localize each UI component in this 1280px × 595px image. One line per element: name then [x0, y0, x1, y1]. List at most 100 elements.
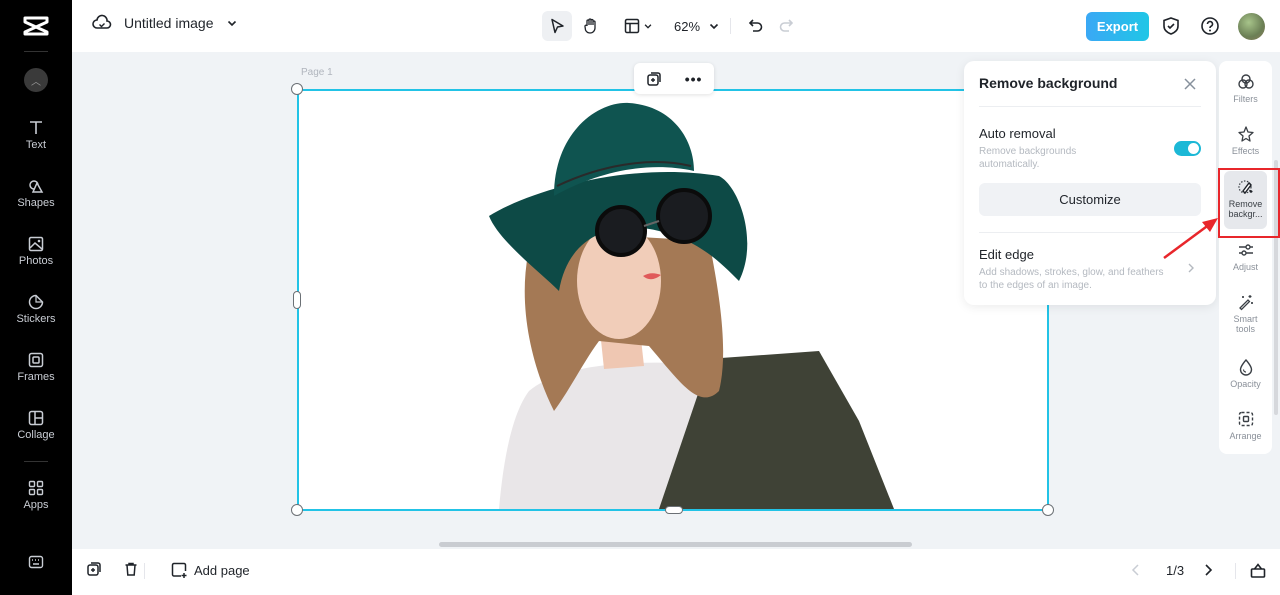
- zoom-chevron-down-icon[interactable]: [708, 20, 720, 32]
- pointer-icon: [551, 18, 564, 34]
- canvas-toolbar: 62%: [542, 10, 801, 42]
- resize-handle-bottom-left[interactable]: [291, 504, 303, 516]
- left-sidebar: ︿ Text Shapes Photos Stickers Frames Col…: [0, 0, 72, 595]
- add-page-label: Add page: [194, 562, 250, 578]
- filters-icon: [1237, 74, 1254, 89]
- redo-button[interactable]: [771, 11, 801, 41]
- right-item-label: Effects: [1231, 146, 1260, 156]
- capcut-logo-icon[interactable]: [22, 14, 50, 38]
- divider: [730, 18, 732, 34]
- top-bar: Untitled image 62% Export: [72, 0, 1280, 52]
- photos-icon: [28, 236, 44, 252]
- text-icon: [30, 121, 42, 134]
- sidebar-item-label: Apps: [23, 499, 49, 511]
- arrange-icon: [1238, 411, 1253, 427]
- duplicate-icon[interactable]: [646, 71, 662, 87]
- right-item-arrange[interactable]: Arrange: [1219, 410, 1272, 441]
- export-button[interactable]: Export: [1086, 12, 1149, 41]
- trash-icon: [125, 562, 137, 576]
- auto-removal-title: Auto removal: [979, 126, 1056, 141]
- cutout-photo[interactable]: [299, 91, 1047, 509]
- right-item-label: Remove backgr...: [1228, 199, 1263, 219]
- sidebar-item-label: Collage: [17, 429, 55, 441]
- collage-icon: [28, 410, 44, 426]
- divider: [24, 461, 48, 462]
- right-item-label: Adjust: [1232, 262, 1258, 272]
- delete-page-button[interactable]: [123, 561, 139, 577]
- layout-dropdown-button[interactable]: [618, 11, 658, 41]
- keyboard-shortcuts-button[interactable]: [0, 553, 72, 573]
- annotation-arrow-icon: [1163, 218, 1218, 260]
- keyboard-icon: [28, 555, 44, 569]
- right-item-adjust[interactable]: Adjust: [1219, 241, 1272, 272]
- right-item-label: Smart tools: [1233, 314, 1258, 334]
- element-floating-toolbar: •••: [634, 63, 714, 94]
- page-indicator: 1/3: [1166, 563, 1185, 578]
- right-item-filters[interactable]: Filters: [1219, 73, 1272, 104]
- page-manager-icon: [1250, 563, 1266, 578]
- shapes-icon: [29, 180, 44, 193]
- sidebar-item-apps[interactable]: Apps: [0, 479, 72, 511]
- right-properties-panel: Filters Effects Remove backgr... Adjust …: [1219, 61, 1272, 454]
- divider: [1235, 563, 1236, 579]
- divider: [979, 106, 1201, 107]
- frames-icon: [28, 352, 44, 368]
- sidebar-item-shapes[interactable]: Shapes: [0, 177, 72, 209]
- right-item-smart-tools[interactable]: Smart tools: [1219, 293, 1272, 334]
- chevron-down-icon: [644, 24, 651, 29]
- resize-handle-bottom[interactable]: [665, 506, 683, 514]
- auto-removal-description: Remove backgrounds automatically.: [979, 146, 1077, 170]
- upload-button[interactable]: ︿: [24, 68, 48, 92]
- sidebar-item-collage[interactable]: Collage: [0, 409, 72, 441]
- chevron-down-icon[interactable]: [226, 17, 238, 29]
- page-label: Page 1: [301, 67, 333, 78]
- duplicate-page-button[interactable]: [86, 561, 102, 577]
- bottom-bar: Add page 1/3: [72, 549, 1280, 593]
- chevron-left-icon: [1131, 564, 1139, 576]
- sidebar-item-stickers[interactable]: Stickers: [0, 293, 72, 325]
- right-item-effects[interactable]: Effects: [1219, 125, 1272, 156]
- divider: [144, 563, 145, 579]
- adjust-icon: [1238, 244, 1253, 256]
- hand-tool-button[interactable]: [576, 11, 606, 41]
- edit-edge-title: Edit edge: [979, 247, 1034, 262]
- auto-removal-toggle[interactable]: [1174, 141, 1201, 156]
- undo-icon: [748, 19, 763, 32]
- chevron-right-icon: [1205, 564, 1213, 576]
- horizontal-scrollbar[interactable]: [439, 542, 912, 547]
- resize-handle-top-left[interactable]: [291, 83, 303, 95]
- select-tool-button[interactable]: [542, 11, 572, 41]
- right-item-label: Opacity: [1230, 379, 1261, 389]
- close-icon[interactable]: [1183, 75, 1197, 96]
- shield-check-icon[interactable]: [1162, 16, 1180, 36]
- page-frame[interactable]: [297, 89, 1049, 511]
- apps-icon: [28, 480, 44, 496]
- chevron-up-icon: ︿: [31, 76, 41, 88]
- divider: [24, 51, 48, 52]
- right-item-opacity[interactable]: Opacity: [1219, 358, 1272, 389]
- undo-button[interactable]: [741, 11, 771, 41]
- opacity-icon: [1239, 358, 1252, 376]
- add-page-icon: [171, 562, 187, 578]
- document-title[interactable]: Untitled image: [124, 15, 214, 31]
- stickers-icon: [28, 294, 44, 310]
- zoom-level[interactable]: 62%: [674, 19, 700, 34]
- resize-handle-left[interactable]: [293, 291, 301, 309]
- page-manager-button[interactable]: [1249, 561, 1267, 579]
- right-item-label: Arrange: [1229, 431, 1262, 441]
- hand-icon: [584, 18, 596, 34]
- cloud-sync-icon[interactable]: [92, 14, 112, 32]
- resize-handle-bottom-right[interactable]: [1042, 504, 1054, 516]
- sidebar-item-label: Stickers: [16, 313, 56, 325]
- next-page-button[interactable]: [1202, 563, 1214, 577]
- sidebar-item-text[interactable]: Text: [0, 119, 72, 151]
- panel-title: Remove background: [979, 75, 1118, 91]
- user-avatar[interactable]: [1238, 13, 1265, 40]
- sidebar-item-photos[interactable]: Photos: [0, 235, 72, 267]
- sidebar-item-frames[interactable]: Frames: [0, 351, 72, 383]
- add-page-button[interactable]: Add page: [170, 561, 250, 579]
- more-options-icon[interactable]: •••: [685, 71, 703, 87]
- edit-edge-description: Add shadows, strokes, glow, and feathers…: [979, 267, 1164, 291]
- help-icon[interactable]: [1200, 16, 1220, 36]
- previous-page-button[interactable]: [1130, 563, 1142, 577]
